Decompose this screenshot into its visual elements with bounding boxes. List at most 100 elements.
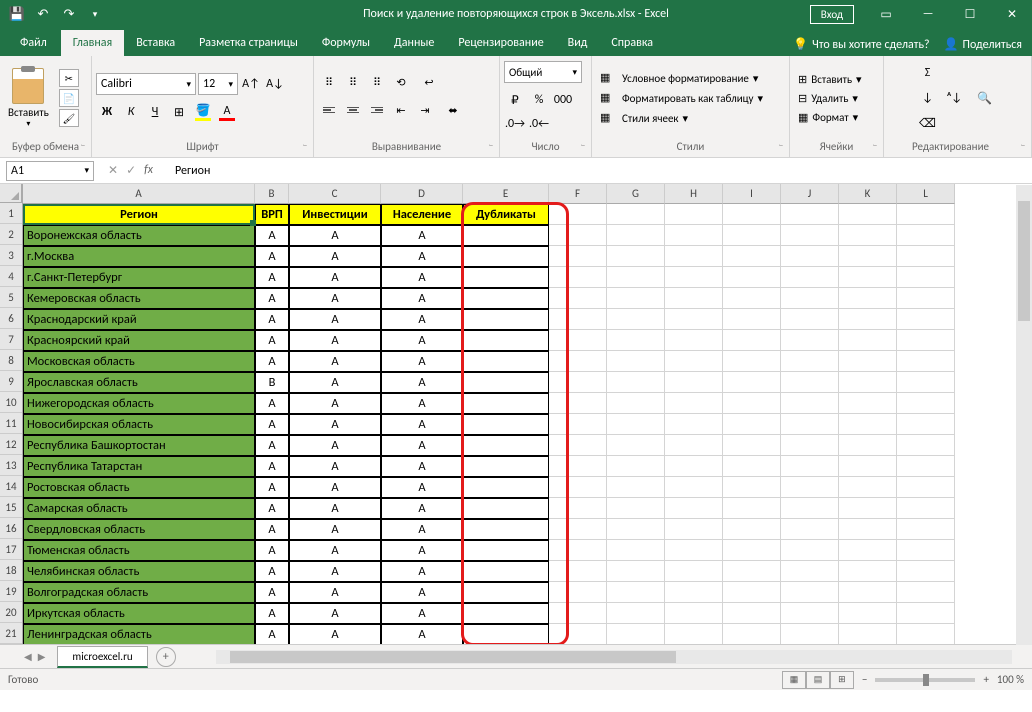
cell-region[interactable]: Республика Башкортостан [23,435,255,456]
cell[interactable] [839,288,897,309]
cell[interactable] [607,225,665,246]
fill-color-icon[interactable]: 🪣 [192,101,214,123]
cell[interactable]: A [381,540,463,561]
cell[interactable] [723,309,781,330]
cell[interactable] [463,498,549,519]
cell[interactable] [781,477,839,498]
zoom-slider[interactable] [875,678,975,682]
row-header[interactable]: 3 [0,245,22,266]
cell[interactable]: A [289,624,381,644]
cell[interactable]: A [255,393,289,414]
cell[interactable] [781,372,839,393]
cell[interactable]: A [381,456,463,477]
cell[interactable] [665,540,723,561]
cell[interactable] [549,456,607,477]
cell[interactable] [549,498,607,519]
cell-region[interactable]: Ленинградская область [23,624,255,644]
col-header-L[interactable]: L [897,184,955,204]
cell[interactable] [839,519,897,540]
cell[interactable] [665,225,723,246]
cell[interactable] [897,246,955,267]
cell-region[interactable]: Нижегородская область [23,393,255,414]
redo-icon[interactable]: ↷ [58,3,80,25]
cell[interactable] [839,561,897,582]
formula-input[interactable]: Регион [169,164,1032,178]
cell[interactable] [549,372,607,393]
minimize-icon[interactable]: — [908,0,948,28]
col-header-G[interactable]: G [607,184,665,204]
cell[interactable] [549,288,607,309]
tab-file[interactable]: Файл [6,30,61,56]
cell[interactable]: A [381,603,463,624]
row-header[interactable]: 18 [0,560,22,581]
cell[interactable] [549,225,607,246]
font-color-icon[interactable]: A [216,101,238,123]
vertical-scrollbar[interactable] [1016,185,1032,645]
cell[interactable] [723,624,781,644]
maximize-icon[interactable]: ☐ [950,0,990,28]
tab-help[interactable]: Справка [599,30,665,56]
cell[interactable] [665,393,723,414]
cell[interactable] [781,582,839,603]
cell[interactable] [549,435,607,456]
col-header-E[interactable]: E [463,184,549,204]
cell[interactable] [607,435,665,456]
cell[interactable] [549,561,607,582]
cell[interactable] [897,414,955,435]
cell[interactable] [839,372,897,393]
cell[interactable] [607,246,665,267]
cell-region[interactable]: Иркутская область [23,603,255,624]
cell[interactable]: A [289,351,381,372]
row-header[interactable]: 15 [0,497,22,518]
cell[interactable]: A [381,561,463,582]
indent-dec-icon[interactable]: ⇤ [390,99,412,121]
cell[interactable] [607,519,665,540]
merge-icon[interactable]: ⬌ [438,99,468,121]
cell[interactable] [665,372,723,393]
cell[interactable] [463,267,549,288]
cell[interactable] [897,456,955,477]
cell[interactable] [607,414,665,435]
cell[interactable] [549,267,607,288]
row-header[interactable]: 11 [0,413,22,434]
cell[interactable] [665,498,723,519]
row-header[interactable]: 13 [0,455,22,476]
cell[interactable] [839,435,897,456]
cell[interactable]: B [255,372,289,393]
cell[interactable] [723,498,781,519]
header-cell[interactable]: Дубликаты [463,204,549,225]
cell[interactable] [897,351,955,372]
cell[interactable] [463,288,549,309]
qat-more-icon[interactable]: ▾ [84,3,106,25]
cell[interactable] [781,519,839,540]
cell[interactable]: A [381,498,463,519]
cell[interactable] [607,540,665,561]
cell[interactable]: A [255,414,289,435]
row-header[interactable]: 8 [0,350,22,371]
cell[interactable]: A [381,477,463,498]
zoom-in-icon[interactable]: + [983,673,988,686]
cell[interactable] [781,393,839,414]
cell[interactable] [897,288,955,309]
font-size-select[interactable]: 12 [198,73,238,95]
cell[interactable] [897,204,955,225]
cell[interactable]: A [255,330,289,351]
cell[interactable] [781,267,839,288]
cell[interactable] [607,456,665,477]
align-right-icon[interactable] [366,99,388,121]
row-header[interactable]: 19 [0,581,22,602]
cell[interactable]: A [289,225,381,246]
undo-icon[interactable]: ↶ [32,3,54,25]
align-top-icon[interactable]: ⠿ [318,71,340,93]
cell[interactable] [463,435,549,456]
cell[interactable] [723,225,781,246]
cell[interactable] [723,540,781,561]
cell[interactable] [665,477,723,498]
copy-icon[interactable]: 📄 [59,89,79,107]
format-painter-icon[interactable]: 🖌 [59,109,79,127]
row-header[interactable]: 6 [0,308,22,329]
cell[interactable] [665,435,723,456]
share-button[interactable]: 👤 Поделиться [944,37,1022,52]
sheet-nav-next-icon[interactable]: ▶ [38,650,46,663]
select-all-corner[interactable] [0,184,22,203]
